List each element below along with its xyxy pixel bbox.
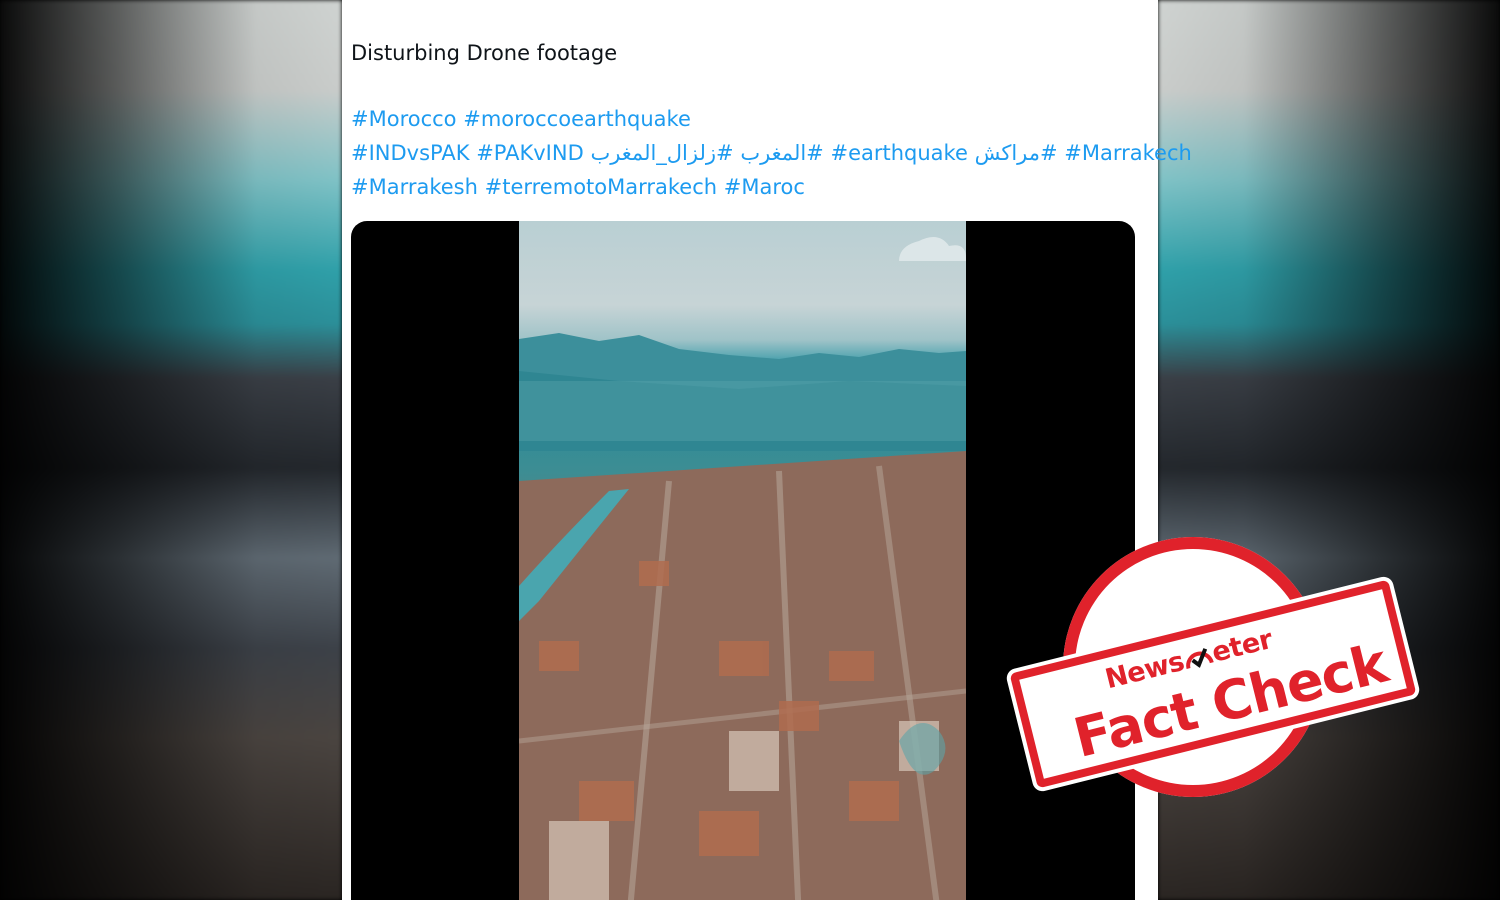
hashtag-link[interactable]: #Maroc [724,175,805,199]
tweet-text-line: Disturbing Drone footage [351,41,618,65]
hashtag-line-3: #Marrakesh #terremotoMarrakech #Maroc [351,170,1151,204]
hashtag-link[interactable]: #Marrakesh [351,175,478,199]
hashtag-link[interactable]: #Morocco [351,107,457,131]
video-frame-illustration [519,237,966,900]
hashtag-link[interactable]: #terremotoMarrakech [485,175,717,199]
tweet-text: Disturbing Drone footage #Morocco #moroc… [351,36,1192,204]
hashtag-link[interactable]: #PAKvIND [476,141,584,165]
tweet-text-spacer [351,70,1151,102]
hashtag-link[interactable]: #زلزال_المغرب [590,141,733,165]
hashtag-link[interactable]: #earthquake [830,141,967,165]
hashtag-link[interactable]: #Marrakech [1064,141,1192,165]
hashtag-link[interactable]: #moroccoearthquake [463,107,691,131]
hashtag-line-2: #INDvsPAK #PAKvIND #زلزال_المغرب #المغرب… [351,136,1192,170]
hashtag-link[interactable]: #مراكش [975,141,1058,165]
aerial-city-video[interactable] [519,221,966,900]
fact-check-stamp: News eter Fact Check [1008,535,1418,805]
hashtag-link[interactable]: #INDvsPAK [351,141,470,165]
hashtag-link[interactable]: #المغرب [740,141,823,165]
hashtag-line-1: #Morocco #moroccoearthquake [351,102,1151,136]
blurred-background-left [0,0,342,900]
